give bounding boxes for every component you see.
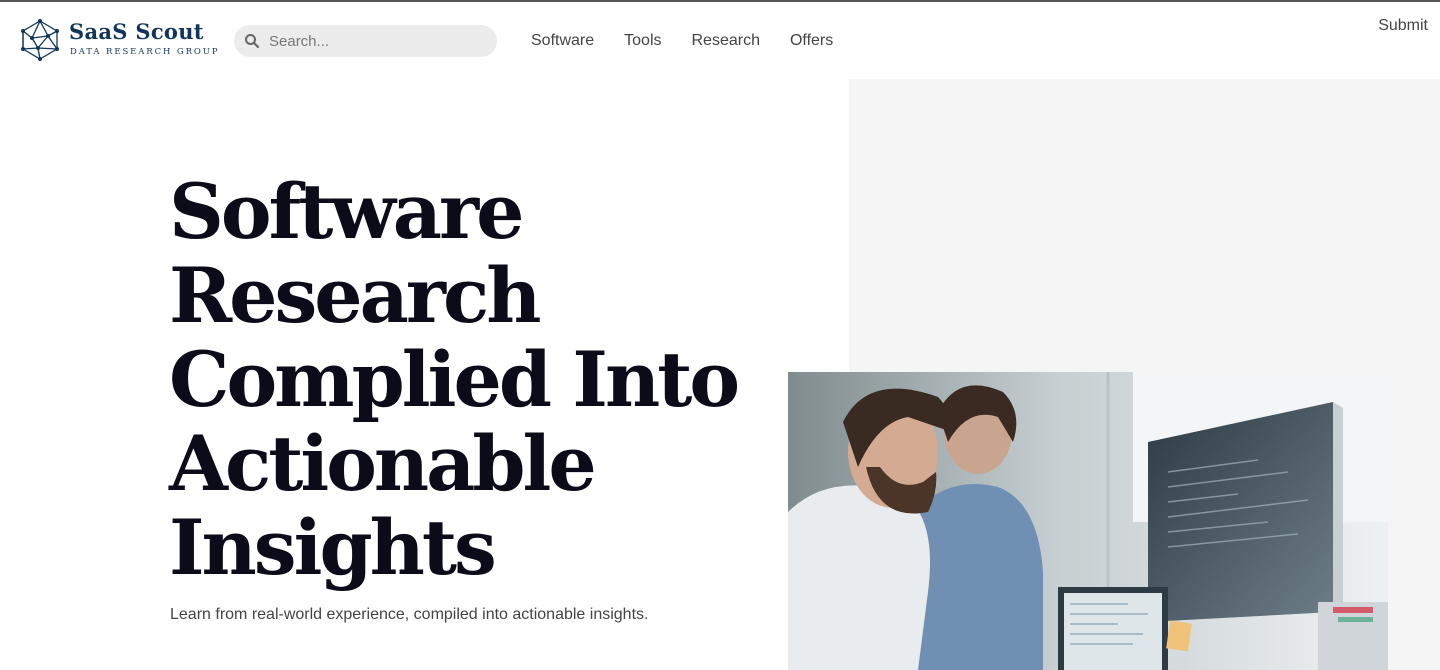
headline-line: Insights (169, 503, 497, 592)
nav-item-offers[interactable]: Offers (790, 31, 833, 51)
headline-line: Actionable (169, 419, 597, 508)
search-icon (245, 34, 260, 49)
site-header: SaaS Scout DATA RESEARCH GROUP Software … (0, 2, 1440, 79)
brand-text: SaaS Scout DATA RESEARCH GROUP (69, 20, 219, 58)
brand-logo[interactable]: SaaS Scout DATA RESEARCH GROUP (18, 18, 219, 62)
nav-item-research[interactable]: Research (692, 31, 760, 51)
hero-photo (788, 372, 1388, 670)
office-photo-illustration (788, 372, 1388, 670)
submit-link[interactable]: Submit (1378, 16, 1428, 36)
nav-item-software[interactable]: Software (531, 31, 594, 51)
search-input[interactable] (269, 32, 489, 50)
main-nav: Software Tools Research Offers (531, 31, 863, 51)
headline-line: Software (169, 167, 524, 256)
headline-line: Complied Into (169, 335, 740, 424)
hero-headline: Software Research Complied Into Actionab… (169, 170, 789, 590)
search-bar[interactable] (234, 25, 497, 57)
brand-tagline: DATA RESEARCH GROUP (70, 47, 220, 57)
headline-line: Research (169, 251, 541, 340)
brand-name: SaaS Scout (69, 19, 204, 44)
nav-item-tools[interactable]: Tools (624, 31, 661, 51)
network-globe-icon (21, 19, 59, 61)
hero-subtext: Learn from real-world experience, compil… (170, 606, 649, 623)
